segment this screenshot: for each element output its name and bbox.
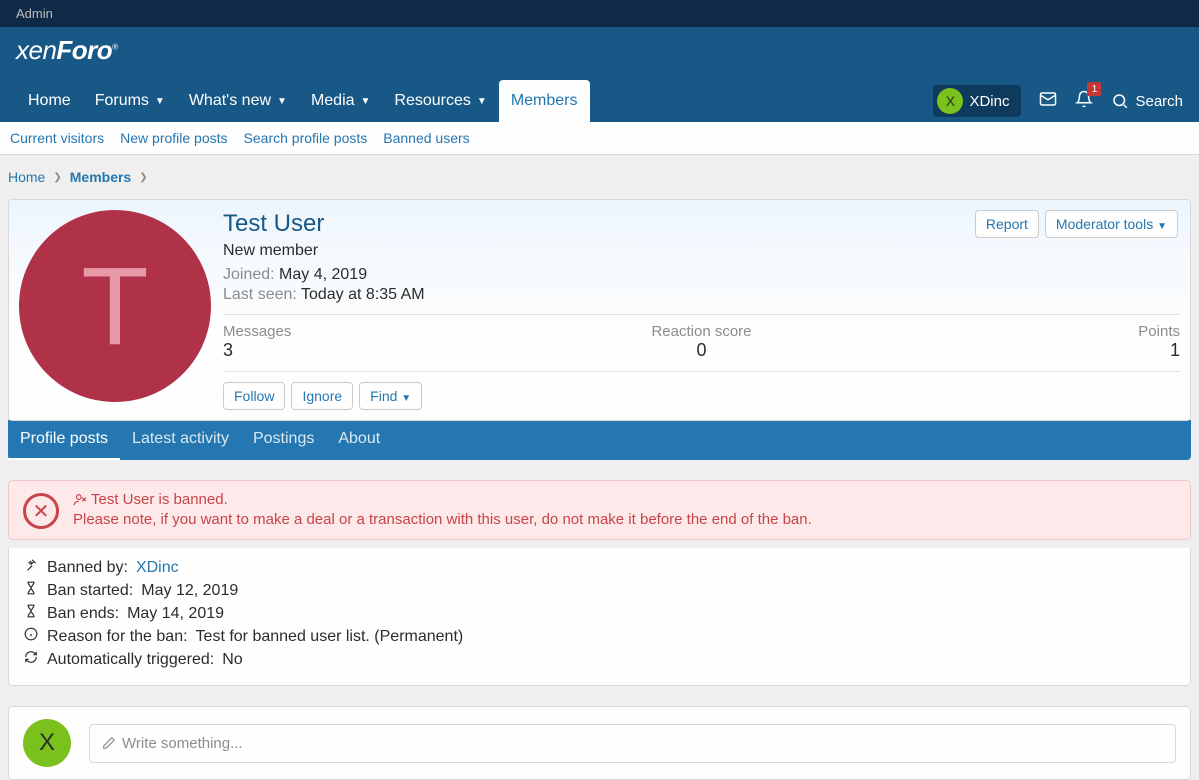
tab-latest-activity[interactable]: Latest activity bbox=[120, 420, 241, 460]
hourglass-icon bbox=[23, 581, 39, 600]
compose-placeholder: Write something... bbox=[122, 735, 243, 752]
nav-forums[interactable]: Forums▼ bbox=[83, 80, 177, 122]
ban-end-date: May 14, 2019 bbox=[127, 605, 224, 623]
report-button[interactable]: Report bbox=[975, 210, 1039, 238]
ban-note: Please note, if you want to make a deal … bbox=[73, 511, 812, 528]
ban-auto: No bbox=[222, 651, 242, 669]
compose-box: X Write something... bbox=[8, 706, 1191, 780]
chevron-down-icon: ▼ bbox=[401, 393, 411, 404]
ban-details: Banned by: XDinc Ban started: May 12, 20… bbox=[8, 548, 1191, 686]
chevron-down-icon[interactable]: ▼ bbox=[477, 96, 487, 107]
username: XDinc bbox=[969, 93, 1009, 110]
tab-about[interactable]: About bbox=[326, 420, 392, 460]
error-icon: ✕ bbox=[23, 493, 59, 529]
ban-reason: Test for banned user list. (Permanent) bbox=[196, 628, 464, 646]
sub-nav: Current visitors New profile posts Searc… bbox=[0, 122, 1199, 155]
chevron-right-icon: ❯ bbox=[53, 172, 61, 183]
info-icon bbox=[23, 627, 39, 646]
chevron-down-icon[interactable]: ▼ bbox=[277, 96, 287, 107]
chevron-down-icon[interactable]: ▼ bbox=[155, 96, 165, 107]
hourglass-icon bbox=[23, 604, 39, 623]
stat-messages[interactable]: Messages 3 bbox=[223, 323, 542, 361]
subnav-banned-users[interactable]: Banned users bbox=[383, 130, 469, 146]
breadcrumb-home[interactable]: Home bbox=[8, 169, 45, 185]
user-banned-icon bbox=[73, 493, 87, 507]
admin-bar[interactable]: Admin bbox=[0, 0, 1199, 27]
site-logo[interactable]: xenForo® bbox=[0, 27, 1199, 80]
nav-home[interactable]: Home bbox=[16, 80, 83, 122]
profile-tabs: Profile posts Latest activity Postings A… bbox=[8, 420, 1191, 460]
ban-start-date: May 12, 2019 bbox=[141, 582, 238, 600]
inbox-icon[interactable] bbox=[1039, 90, 1057, 112]
header: xenForo® bbox=[0, 27, 1199, 80]
joined-row: Joined: May 4, 2019 bbox=[223, 266, 1180, 284]
compose-input[interactable]: Write something... bbox=[89, 724, 1176, 763]
find-button[interactable]: Find ▼ bbox=[359, 382, 422, 410]
nav-resources[interactable]: Resources▼ bbox=[382, 80, 498, 122]
profile-card: T Test User New member Joined: May 4, 20… bbox=[8, 199, 1191, 421]
tab-profile-posts[interactable]: Profile posts bbox=[8, 420, 120, 460]
moderator-tools-button[interactable]: Moderator tools ▼ bbox=[1045, 210, 1178, 238]
profile-title: New member bbox=[223, 242, 1180, 260]
chevron-down-icon: ▼ bbox=[1157, 221, 1167, 232]
subnav-search-profile-posts[interactable]: Search profile posts bbox=[244, 130, 368, 146]
logo-part-b: Foro bbox=[56, 35, 112, 65]
last-seen-row: Last seen: Today at 8:35 AM bbox=[223, 286, 1180, 304]
nav-members[interactable]: Members bbox=[499, 80, 590, 122]
breadcrumb: Home ❯ Members ❯ bbox=[0, 155, 1199, 199]
main-nav: Home Forums▼ What's new▼ Media▼ Resource… bbox=[0, 80, 1199, 122]
avatar[interactable]: X bbox=[23, 719, 71, 767]
logo-part-a: xen bbox=[16, 35, 56, 65]
subnav-new-profile-posts[interactable]: New profile posts bbox=[120, 130, 227, 146]
search-button[interactable]: Search bbox=[1111, 92, 1183, 110]
stat-reaction[interactable]: Reaction score 0 bbox=[542, 323, 861, 361]
stat-points[interactable]: Points 1 bbox=[861, 323, 1180, 361]
pencil-icon bbox=[102, 736, 116, 750]
chevron-right-icon: ❯ bbox=[139, 172, 147, 183]
avatar: X bbox=[937, 88, 963, 114]
nav-whats-new[interactable]: What's new▼ bbox=[177, 80, 299, 122]
breadcrumb-members[interactable]: Members bbox=[70, 169, 131, 185]
subnav-current-visitors[interactable]: Current visitors bbox=[10, 130, 104, 146]
alerts-icon[interactable]: 1 bbox=[1075, 90, 1093, 112]
alert-badge: 1 bbox=[1087, 82, 1101, 96]
joined-date: May 4, 2019 bbox=[279, 266, 367, 283]
follow-button[interactable]: Follow bbox=[223, 382, 285, 410]
chevron-down-icon[interactable]: ▼ bbox=[361, 96, 371, 107]
refresh-icon bbox=[23, 650, 39, 669]
ban-title: Test User is banned. bbox=[91, 491, 228, 508]
gavel-icon bbox=[23, 558, 39, 577]
avatar[interactable]: T bbox=[19, 210, 211, 402]
ban-alert: ✕ Test User is banned. Please note, if y… bbox=[8, 480, 1191, 540]
ignore-button[interactable]: Ignore bbox=[291, 382, 353, 410]
tab-postings[interactable]: Postings bbox=[241, 420, 326, 460]
banned-by-link[interactable]: XDinc bbox=[136, 559, 179, 577]
user-menu[interactable]: X XDinc bbox=[933, 85, 1021, 117]
nav-media[interactable]: Media▼ bbox=[299, 80, 382, 122]
last-seen: Today at 8:35 AM bbox=[301, 286, 425, 303]
